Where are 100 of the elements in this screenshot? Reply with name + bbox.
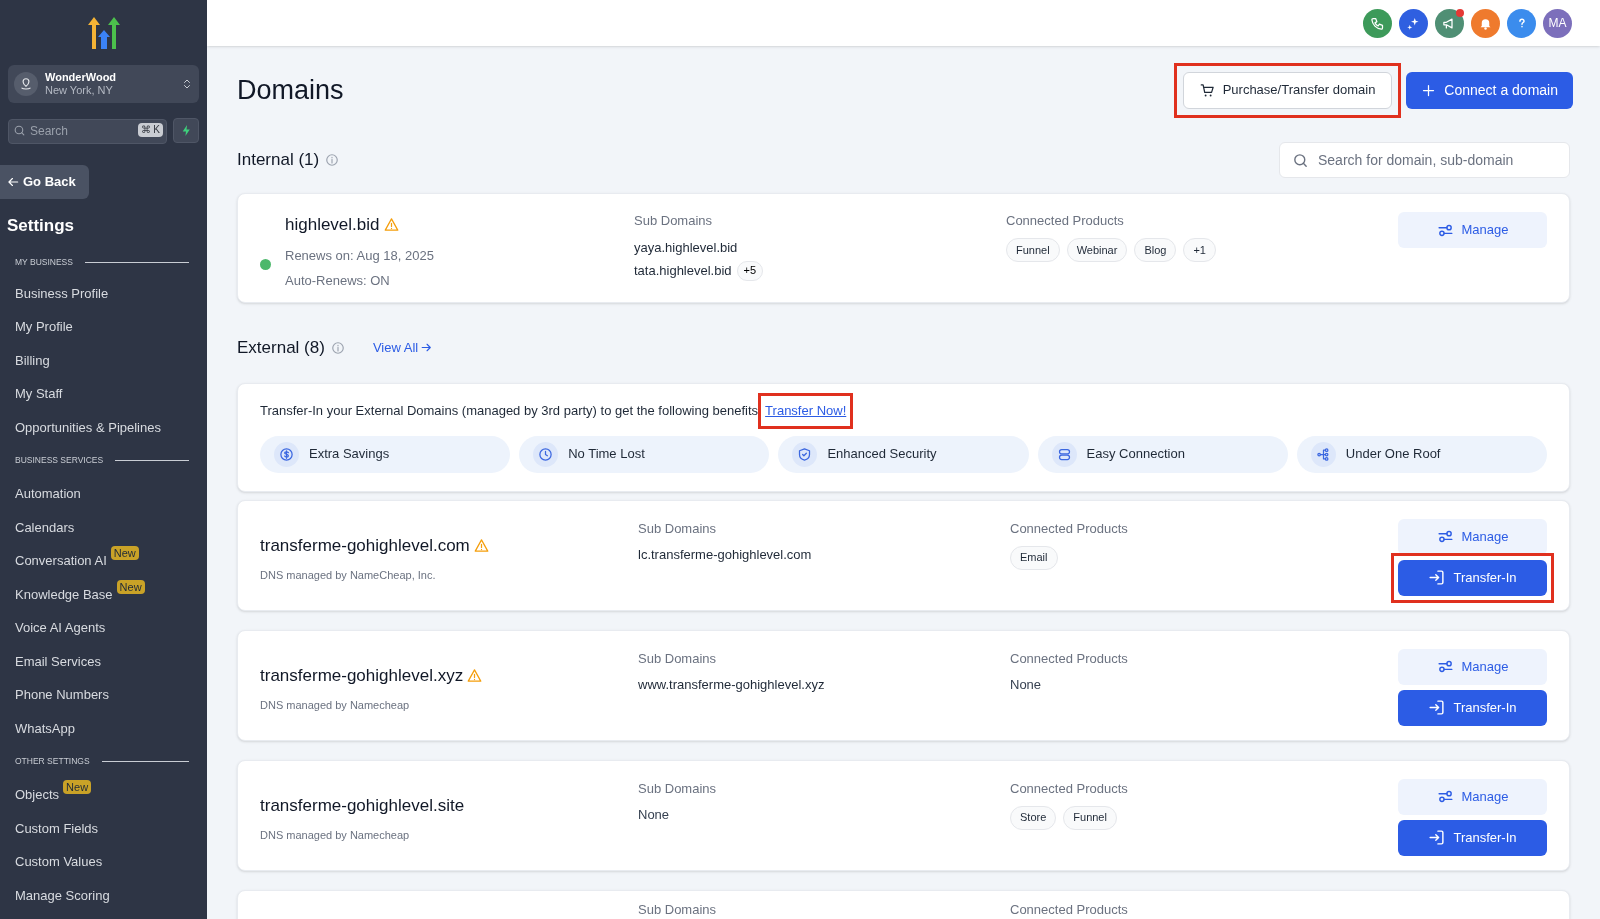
search-icon bbox=[13, 124, 26, 137]
column-label: Connected Products bbox=[1010, 900, 1129, 919]
column-label: Sub Domains bbox=[638, 900, 718, 919]
product-tag: Blog bbox=[1134, 238, 1177, 262]
chevron-icon bbox=[181, 78, 193, 90]
sidebar-item[interactable]: Voice AI Agents bbox=[15, 618, 106, 638]
sidebar-item[interactable]: Business Profile bbox=[15, 283, 109, 303]
arrow-right-icon bbox=[420, 341, 434, 354]
transfer-in-button[interactable]: Transfer-In bbox=[1398, 689, 1547, 726]
more-count: +5 bbox=[736, 260, 764, 281]
sidebar-item[interactable]: Custom Fields bbox=[15, 818, 99, 838]
help-button[interactable] bbox=[1507, 8, 1536, 38]
products-value: None bbox=[1010, 675, 1043, 694]
column-label: Connected Products bbox=[1010, 649, 1129, 668]
sidebar-item[interactable]: Automation bbox=[15, 484, 81, 504]
auto-renew-status: Auto-Renews: ON bbox=[285, 272, 391, 290]
column-label: Sub Domains bbox=[638, 779, 718, 798]
bell-button[interactable] bbox=[1471, 8, 1500, 38]
section-heading: Internal (1) bbox=[237, 148, 320, 171]
quick-action-button[interactable] bbox=[173, 118, 199, 143]
column-label: Connected Products bbox=[1010, 779, 1129, 798]
column-label: Sub Domains bbox=[638, 519, 718, 538]
domain-name: transferme-gohighlevel.com bbox=[260, 534, 470, 557]
megaphone-button[interactable] bbox=[1435, 8, 1464, 38]
dns-provider: DNS managed by NameCheap, Inc. bbox=[260, 568, 437, 583]
toggles-icon bbox=[1056, 446, 1072, 462]
arrow-left-icon bbox=[6, 175, 20, 189]
product-tag: Funnel bbox=[1006, 238, 1060, 262]
subdomain: lc.transferme-gohighlevel.com bbox=[638, 545, 813, 564]
transfer-in-button[interactable]: Transfer-In bbox=[1398, 819, 1547, 856]
product-tag: +1 bbox=[1183, 238, 1216, 262]
sidebar-item[interactable]: Calendars bbox=[15, 517, 75, 537]
column-label: Sub Domains bbox=[638, 649, 718, 668]
renewal-date: Renews on: Aug 18, 2025 bbox=[285, 246, 435, 265]
sliders-icon bbox=[1436, 528, 1454, 545]
sidebar-item[interactable]: Conversation AI bbox=[15, 551, 107, 571]
sidebar-item[interactable]: Custom Values bbox=[15, 852, 103, 872]
new-badge: New bbox=[110, 546, 139, 560]
clock-icon bbox=[538, 446, 554, 462]
new-badge: New bbox=[116, 579, 145, 594]
sidebar-item[interactable]: Billing bbox=[15, 350, 50, 370]
search-icon bbox=[1292, 151, 1309, 169]
domain-search-field[interactable]: Search for domain, sub-domain bbox=[1279, 141, 1570, 178]
sidebar-item[interactable]: WhatsApp bbox=[15, 718, 75, 738]
info-icon bbox=[330, 340, 345, 355]
transfer-now-link[interactable]: Transfer Now! bbox=[765, 401, 847, 421]
subdomain-value: None bbox=[638, 805, 671, 824]
page-title: Domains bbox=[237, 73, 344, 107]
login-icon bbox=[1428, 829, 1446, 846]
sidebar-item[interactable]: My Staff bbox=[15, 384, 63, 404]
product-tag: Store bbox=[1010, 805, 1057, 830]
product-tag: Webinar bbox=[1066, 238, 1128, 262]
phone-button[interactable] bbox=[1363, 8, 1392, 38]
login-icon bbox=[1428, 699, 1446, 716]
section-heading: OTHER SETTINGS bbox=[15, 754, 90, 768]
account-location: New York, NY bbox=[45, 84, 114, 97]
subdomain: yaya.highlevel.bid bbox=[634, 239, 738, 257]
transfer-in-button[interactable]: Transfer-In bbox=[1398, 559, 1547, 596]
connect-domain-button[interactable]: Connect a domain bbox=[1406, 71, 1573, 109]
view-all-link[interactable]: View All bbox=[372, 337, 434, 358]
section-heading: MY BUSINESS bbox=[15, 256, 73, 269]
domain-name: transferme-gohighlevel.site bbox=[260, 794, 465, 817]
column-label: Connected Products bbox=[1010, 519, 1129, 538]
manage-button[interactable]: Manage bbox=[1398, 518, 1547, 555]
manage-button[interactable]: Manage bbox=[1398, 212, 1547, 248]
banner-text: Transfer-In your External Domains (managed by 3rd party) to get the following benefits bbox=[260, 402, 759, 420]
benefit-pill: Enhanced Security bbox=[778, 435, 1029, 473]
subdomain: tata.highlevel.bid bbox=[634, 261, 732, 280]
column-label: Connected Products bbox=[1006, 212, 1125, 230]
sliders-icon bbox=[1436, 658, 1454, 675]
go-back-button[interactable]: Go Back bbox=[0, 165, 89, 199]
sidebar-title: Settings bbox=[7, 215, 76, 237]
manage-button[interactable]: Manage bbox=[1398, 648, 1547, 685]
sidebar-item[interactable]: My Profile bbox=[15, 317, 73, 337]
location-icon bbox=[19, 77, 33, 91]
dns-provider: DNS managed by Namecheap bbox=[260, 698, 411, 713]
login-icon bbox=[1428, 569, 1446, 586]
sidebar-item[interactable]: Manage Scoring bbox=[15, 885, 110, 905]
user-avatar[interactable]: MA bbox=[1543, 8, 1572, 38]
domain-name: transferme-gohighlevel.xyz bbox=[260, 664, 464, 687]
account-switcher[interactable]: WonderWood New York, NY bbox=[8, 65, 199, 103]
sidebar-item[interactable]: Objects bbox=[15, 785, 60, 805]
sliders-icon bbox=[1436, 788, 1454, 805]
manage-button[interactable]: Manage bbox=[1398, 778, 1547, 815]
sparkle-button[interactable] bbox=[1399, 8, 1428, 38]
domain-name: highlevel.bid bbox=[285, 214, 380, 236]
purchase-transfer-button[interactable]: Purchase/Transfer domain bbox=[1182, 71, 1393, 109]
product-tag: Email bbox=[1010, 545, 1058, 570]
dollar-icon bbox=[279, 446, 294, 462]
sidebar-item[interactable]: Email Services bbox=[15, 651, 101, 671]
sidebar-item[interactable]: Opportunities & Pipelines bbox=[15, 417, 161, 437]
benefit-pill: No Time Lost bbox=[519, 435, 770, 473]
sidebar-item[interactable]: Knowledge Base bbox=[15, 584, 113, 604]
benefit-pill: Easy Connection bbox=[1037, 435, 1288, 473]
account-name: WonderWood bbox=[45, 71, 118, 84]
subdomain: www.transferme-gohighlevel.xyz bbox=[638, 675, 826, 694]
sidebar-item[interactable]: Phone Numbers bbox=[15, 685, 109, 705]
new-badge: New bbox=[63, 780, 92, 794]
shortcut-key: ⌘ K bbox=[137, 123, 163, 137]
section-heading: BUSINESS SERVICES bbox=[15, 453, 104, 467]
